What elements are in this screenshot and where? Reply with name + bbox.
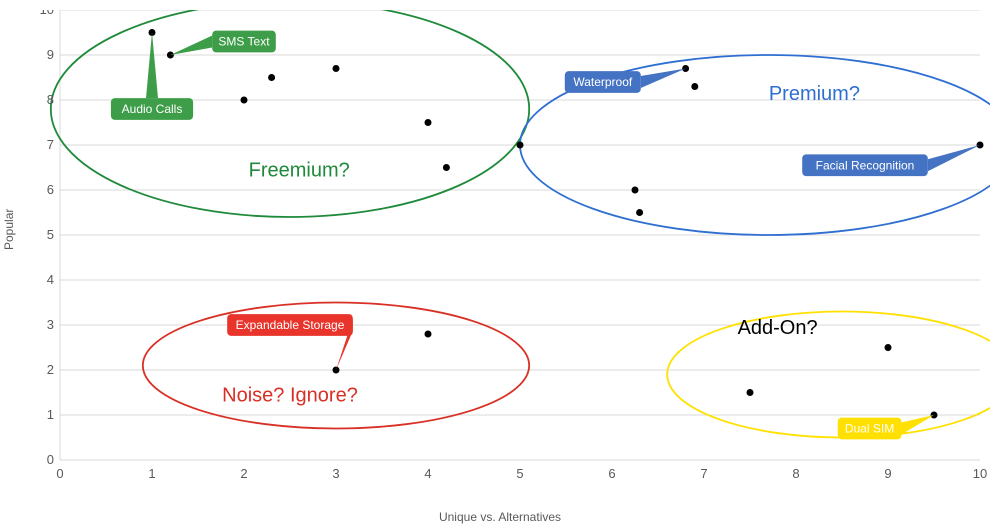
region-label: Noise? Ignore? <box>222 385 358 407</box>
y-tick: 8 <box>47 92 54 107</box>
y-tick: 6 <box>47 182 54 197</box>
callout: SMS Text <box>170 31 275 55</box>
x-tick: 4 <box>424 466 431 481</box>
x-tick: 3 <box>332 466 339 481</box>
region-ellipse <box>667 312 990 438</box>
y-tick: 0 <box>47 452 54 467</box>
x-tick: 2 <box>240 466 247 481</box>
region-label: Freemium? <box>249 160 350 182</box>
callout-label: SMS Text <box>218 35 270 49</box>
callout-label: Waterproof <box>573 75 633 89</box>
x-tick: 5 <box>516 466 523 481</box>
data-point <box>425 119 432 126</box>
data-point <box>425 331 432 338</box>
callout: Dual SIM <box>838 415 934 439</box>
y-tick: 7 <box>47 137 54 152</box>
callout-label: Audio Calls <box>122 102 183 116</box>
y-tick: 1 <box>47 407 54 422</box>
callout: Expandable Storage <box>227 314 353 370</box>
x-tick: 0 <box>56 466 63 481</box>
data-point <box>885 344 892 351</box>
callout: Waterproof <box>565 69 686 93</box>
y-tick: 9 <box>47 47 54 62</box>
data-point <box>691 83 698 90</box>
y-tick: 10 <box>40 10 54 17</box>
data-point <box>333 65 340 72</box>
x-tick: 1 <box>148 466 155 481</box>
data-point <box>268 74 275 81</box>
scatter-chart: Popular Unique vs. Alternatives SMS Text… <box>0 0 1000 526</box>
data-point <box>632 187 639 194</box>
y-tick: 2 <box>47 362 54 377</box>
y-tick: 3 <box>47 317 54 332</box>
y-tick: 5 <box>47 227 54 242</box>
callout: Audio Calls <box>111 33 193 120</box>
region-label: Add-On? <box>738 317 818 339</box>
x-tick: 6 <box>608 466 615 481</box>
x-axis-label: Unique vs. Alternatives <box>0 510 1000 524</box>
x-tick: 10 <box>973 466 987 481</box>
data-point <box>517 142 524 149</box>
callout-label: Dual SIM <box>845 422 894 436</box>
callout-label: Expandable Storage <box>236 318 345 332</box>
data-point <box>636 209 643 216</box>
x-tick: 7 <box>700 466 707 481</box>
plot-area: SMS Text Audio Calls Waterproof Facial Reco… <box>40 10 990 490</box>
y-tick: 4 <box>47 272 54 287</box>
callout: Facial Recognition <box>802 145 980 176</box>
data-point <box>241 97 248 104</box>
callout-label: Facial Recognition <box>816 158 915 172</box>
data-point <box>747 389 754 396</box>
y-axis-label: Popular <box>2 209 16 250</box>
data-point <box>443 164 450 171</box>
region-label: Premium? <box>769 83 860 105</box>
x-tick: 8 <box>792 466 799 481</box>
x-tick: 9 <box>884 466 891 481</box>
